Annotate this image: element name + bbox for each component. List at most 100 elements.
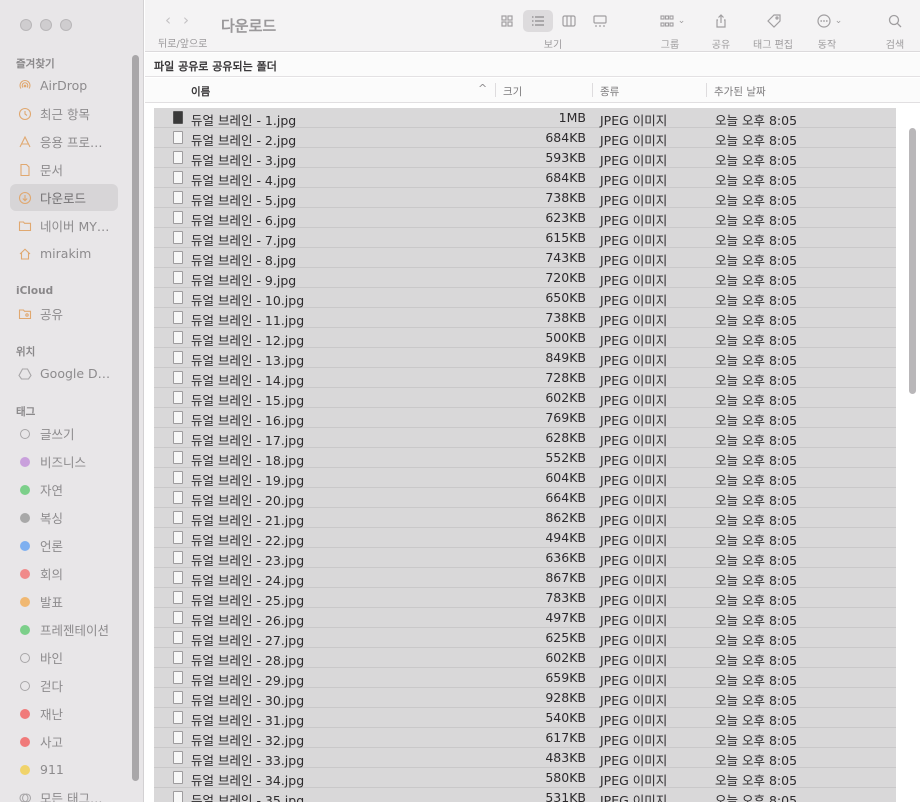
sidebar-scrollbar[interactable]	[132, 55, 139, 781]
sidebar-item-favorite[interactable]: mirakim	[10, 240, 118, 267]
list-view-button[interactable]	[523, 10, 553, 32]
file-size: 738KB	[545, 190, 586, 205]
file-date-added: 오늘 오후 8:05	[715, 693, 798, 708]
sidebar-item-tag[interactable]: 복싱	[10, 504, 118, 531]
minimize-window-button[interactable]	[40, 19, 52, 31]
file-date-added: 오늘 오후 8:05	[715, 213, 798, 228]
file-row[interactable]: 듀얼 브레인 - 19.jpg 604KB JPEG 이미지 오늘 오후 8:05	[154, 468, 896, 488]
sidebar-item-tag[interactable]: 프레젠테이션	[10, 616, 118, 643]
file-row[interactable]: 듀얼 브레인 - 14.jpg 728KB JPEG 이미지 오늘 오후 8:05	[154, 368, 896, 388]
file-row[interactable]: 듀얼 브레인 - 12.jpg 500KB JPEG 이미지 오늘 오후 8:05	[154, 328, 896, 348]
file-row[interactable]: 듀얼 브레인 - 33.jpg 483KB JPEG 이미지 오늘 오후 8:05	[154, 748, 896, 768]
file-row[interactable]: 듀얼 브레인 - 2.jpg 684KB JPEG 이미지 오늘 오후 8:05	[154, 128, 896, 148]
sidebar-item-tag[interactable]: 자연	[10, 476, 118, 503]
file-row[interactable]: 듀얼 브레인 - 8.jpg 743KB JPEG 이미지 오늘 오후 8:05	[154, 248, 896, 268]
path-bar: 파일 공유로 공유되는 폴더	[145, 53, 920, 77]
tag-color-dot-icon	[20, 512, 30, 523]
column-header-date-added[interactable]: 추가된 날짜	[714, 84, 766, 99]
file-row[interactable]: 듀얼 브레인 - 9.jpg 720KB JPEG 이미지 오늘 오후 8:05	[154, 268, 896, 288]
file-row[interactable]: 듀얼 브레인 - 29.jpg 659KB JPEG 이미지 오늘 오후 8:05	[154, 668, 896, 688]
back-button[interactable]: ‹	[165, 11, 171, 29]
sidebar-item-favorite[interactable]: AirDrop	[10, 72, 118, 99]
file-row[interactable]: 듀얼 브레인 - 10.jpg 650KB JPEG 이미지 오늘 오후 8:05	[154, 288, 896, 308]
sidebar-item-favorite[interactable]: 네이버 MY…	[10, 212, 118, 239]
file-row[interactable]: 듀얼 브레인 - 18.jpg 552KB JPEG 이미지 오늘 오후 8:05	[154, 448, 896, 468]
file-row[interactable]: 듀얼 브레인 - 30.jpg 928KB JPEG 이미지 오늘 오후 8:05	[154, 688, 896, 708]
gallery-view-button[interactable]	[589, 10, 611, 32]
search-icon	[888, 14, 902, 28]
file-row[interactable]: 듀얼 브레인 - 3.jpg 593KB JPEG 이미지 오늘 오후 8:05	[154, 148, 896, 168]
file-row[interactable]: 듀얼 브레인 - 35.jpg 531KB JPEG 이미지 오늘 오후 8:05	[154, 788, 896, 802]
sidebar-item-tag[interactable]: 바인	[10, 644, 118, 671]
sidebar-item-tag[interactable]: 사고	[10, 728, 118, 755]
file-row[interactable]: 듀얼 브레인 - 28.jpg 602KB JPEG 이미지 오늘 오후 8:05	[154, 648, 896, 668]
sidebar-item-favorite[interactable]: 응용 프로…	[10, 128, 118, 155]
zoom-window-button[interactable]	[60, 19, 72, 31]
file-date-added: 오늘 오후 8:05	[715, 413, 798, 428]
sidebar-item-tag[interactable]: 걷다	[10, 672, 118, 699]
sidebar-item-tag[interactable]: 비즈니스	[10, 448, 118, 475]
search-button[interactable]	[884, 10, 906, 32]
file-row[interactable]: 듀얼 브레인 - 31.jpg 540KB JPEG 이미지 오늘 오후 8:05	[154, 708, 896, 728]
column-header-size[interactable]: 크기	[503, 84, 522, 99]
tag-edit-button[interactable]	[763, 10, 785, 32]
forward-button[interactable]: ›	[183, 11, 189, 29]
file-date-added: 오늘 오후 8:05	[715, 473, 798, 488]
group-label: 그룹	[660, 40, 680, 51]
share-button[interactable]	[710, 10, 732, 32]
file-date-added: 오늘 오후 8:05	[715, 393, 798, 408]
file-row[interactable]: 듀얼 브레인 - 17.jpg 628KB JPEG 이미지 오늘 오후 8:05	[154, 428, 896, 448]
list-scrollbar[interactable]	[909, 128, 916, 394]
file-row[interactable]: 듀얼 브레인 - 25.jpg 783KB JPEG 이미지 오늘 오후 8:05	[154, 588, 896, 608]
close-window-button[interactable]	[20, 19, 32, 31]
column-header-kind[interactable]: 종류	[600, 84, 619, 99]
file-row[interactable]: 듀얼 브레인 - 1.jpg 1MB JPEG 이미지 오늘 오후 8:05	[154, 108, 896, 128]
sidebar-item-favorite[interactable]: 최근 항목	[10, 100, 118, 127]
sidebar-item-tag[interactable]: 글쓰기	[10, 420, 118, 447]
sidebar-item-location[interactable]: Google D…	[10, 360, 118, 387]
file-name: 듀얼 브레인 - 26.jpg	[191, 613, 305, 628]
action-button[interactable]: ⌄	[812, 10, 846, 32]
column-view-button[interactable]	[558, 10, 580, 32]
sidebar-item-favorite[interactable]: 문서	[10, 156, 118, 183]
sidebar-item-favorite[interactable]: 다운로드	[10, 184, 118, 211]
file-size: 552KB	[545, 450, 586, 465]
file-name: 듀얼 브레인 - 29.jpg	[191, 673, 305, 688]
file-row[interactable]: 듀얼 브레인 - 11.jpg 738KB JPEG 이미지 오늘 오후 8:05	[154, 308, 896, 328]
sidebar-item-tag[interactable]: 모든 태그…	[10, 784, 118, 802]
column-divider[interactable]	[495, 83, 496, 97]
file-date-added: 오늘 오후 8:05	[715, 233, 798, 248]
file-row[interactable]: 듀얼 브레인 - 27.jpg 625KB JPEG 이미지 오늘 오후 8:05	[154, 628, 896, 648]
file-row[interactable]: 듀얼 브레인 - 16.jpg 769KB JPEG 이미지 오늘 오후 8:05	[154, 408, 896, 428]
file-row[interactable]: 듀얼 브레인 - 24.jpg 867KB JPEG 이미지 오늘 오후 8:05	[154, 568, 896, 588]
file-row[interactable]: 듀얼 브레인 - 32.jpg 617KB JPEG 이미지 오늘 오후 8:05	[154, 728, 896, 748]
column-divider[interactable]	[592, 83, 593, 97]
file-row[interactable]: 듀얼 브레인 - 26.jpg 497KB JPEG 이미지 오늘 오후 8:05	[154, 608, 896, 628]
sidebar-item-tag[interactable]: 911	[10, 756, 118, 783]
file-row[interactable]: 듀얼 브레인 - 22.jpg 494KB JPEG 이미지 오늘 오후 8:05	[154, 528, 896, 548]
column-divider[interactable]	[706, 83, 707, 97]
file-row[interactable]: 듀얼 브레인 - 13.jpg 849KB JPEG 이미지 오늘 오후 8:05	[154, 348, 896, 368]
group-button[interactable]: ⌄	[655, 10, 689, 32]
file-row[interactable]: 듀얼 브레인 - 20.jpg 664KB JPEG 이미지 오늘 오후 8:05	[154, 488, 896, 508]
file-row[interactable]: 듀얼 브레인 - 23.jpg 636KB JPEG 이미지 오늘 오후 8:05	[154, 548, 896, 568]
file-row[interactable]: 듀얼 브레인 - 34.jpg 580KB JPEG 이미지 오늘 오후 8:05	[154, 768, 896, 788]
sidebar-item-tag[interactable]: 재난	[10, 700, 118, 727]
sidebar-item-tag[interactable]: 언론	[10, 532, 118, 559]
file-row[interactable]: 듀얼 브레인 - 21.jpg 862KB JPEG 이미지 오늘 오후 8:05	[154, 508, 896, 528]
sidebar-item-label: 공유	[40, 307, 64, 322]
file-size: 602KB	[545, 650, 586, 665]
sidebar-item-tag[interactable]: 회의	[10, 560, 118, 587]
file-row[interactable]: 듀얼 브레인 - 5.jpg 738KB JPEG 이미지 오늘 오후 8:05	[154, 188, 896, 208]
file-kind: JPEG 이미지	[600, 253, 668, 268]
file-row[interactable]: 듀얼 브레인 - 6.jpg 623KB JPEG 이미지 오늘 오후 8:05	[154, 208, 896, 228]
file-date-added: 오늘 오후 8:05	[715, 273, 798, 288]
sidebar-item-tag[interactable]: 발표	[10, 588, 118, 615]
file-row[interactable]: 듀얼 브레인 - 4.jpg 684KB JPEG 이미지 오늘 오후 8:05	[154, 168, 896, 188]
file-row[interactable]: 듀얼 브레인 - 7.jpg 615KB JPEG 이미지 오늘 오후 8:05	[154, 228, 896, 248]
window-controls	[20, 19, 72, 31]
icon-view-button[interactable]	[496, 10, 518, 32]
file-row[interactable]: 듀얼 브레인 - 15.jpg 602KB JPEG 이미지 오늘 오후 8:05	[154, 388, 896, 408]
column-header-name[interactable]: 이름	[191, 84, 210, 99]
sidebar-item-icloud[interactable]: 공유	[10, 300, 118, 327]
